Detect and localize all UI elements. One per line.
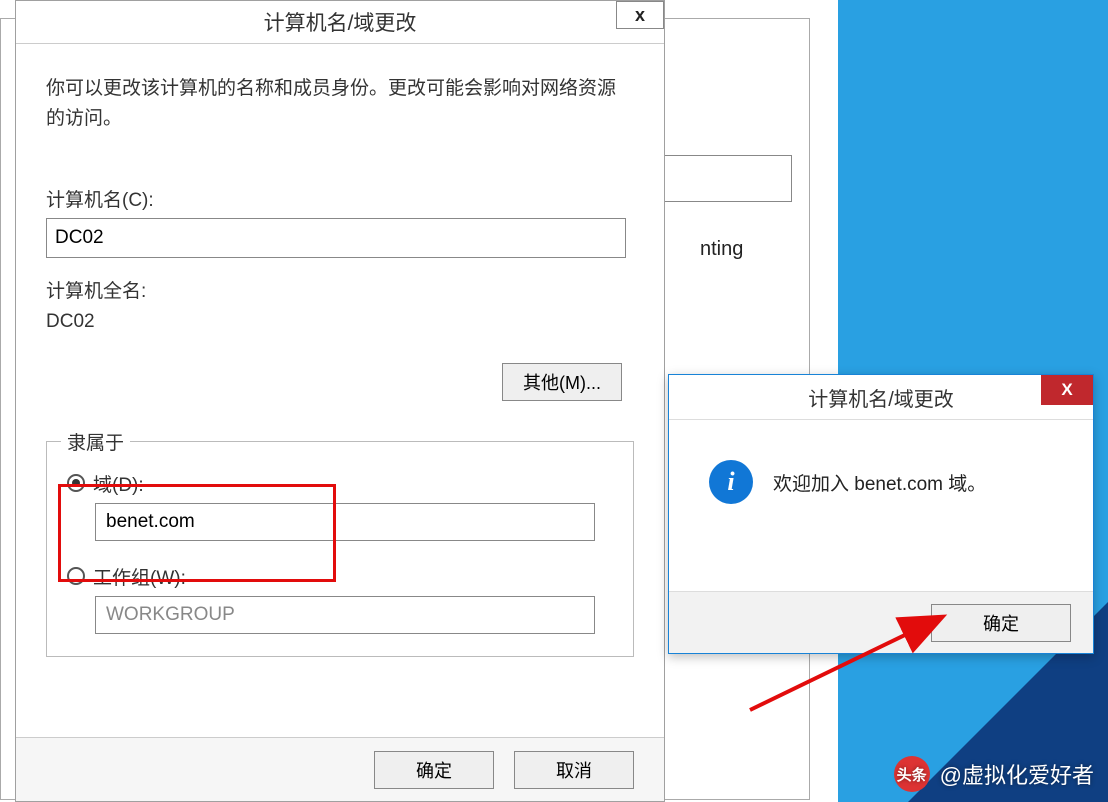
workgroup-radio[interactable] <box>67 567 85 585</box>
msgbox-ok-button[interactable]: 确定 <box>931 604 1071 642</box>
workgroup-radio-row[interactable]: 工作组(W): <box>67 563 613 590</box>
domain-input[interactable] <box>95 503 595 541</box>
member-of-groupbox: 隶属于 域(D): 工作组(W): <box>46 441 634 657</box>
domain-radio-label: 域(D): <box>93 470 144 497</box>
full-computer-name-value: DC02 <box>46 311 634 333</box>
workgroup-radio-label: 工作组(W): <box>93 563 186 590</box>
msgbox-titlebar[interactable]: 计算机名/域更改 X <box>669 375 1093 420</box>
computer-name-label: 计算机名(C): <box>46 185 634 212</box>
msgbox-button-bar: 确定 <box>669 591 1093 653</box>
dialog-body: 你可以更改该计算机的名称和成员身份。更改可能会影响对网络资源的访问。 计算机名(… <box>16 44 664 657</box>
rename-domain-dialog: 计算机名/域更改 x 你可以更改该计算机的名称和成员身份。更改可能会影响对网络资… <box>15 0 665 802</box>
domain-radio[interactable] <box>67 474 85 492</box>
dialog-titlebar[interactable]: 计算机名/域更改 x <box>16 1 664 44</box>
ok-button[interactable]: 确定 <box>374 751 494 789</box>
workgroup-input <box>95 596 595 634</box>
cancel-button[interactable]: 取消 <box>514 751 634 789</box>
domain-radio-row[interactable]: 域(D): <box>67 470 613 497</box>
computer-name-input[interactable] <box>46 218 626 258</box>
dialog-close-button[interactable]: x <box>616 1 664 29</box>
dialog-description: 你可以更改该计算机的名称和成员身份。更改可能会影响对网络资源的访问。 <box>46 74 634 135</box>
msgbox-close-button[interactable]: X <box>1041 375 1093 405</box>
info-icon: i <box>709 460 753 504</box>
dialog-button-bar: 确定 取消 <box>16 737 664 801</box>
background-text-fragment: nting <box>700 238 743 261</box>
close-icon: x <box>635 5 645 26</box>
msgbox-body: i 欢迎加入 benet.com 域。 <box>669 420 1093 534</box>
watermark-author: @虚拟化爱好者 <box>940 758 1094 790</box>
welcome-message-dialog: 计算机名/域更改 X i 欢迎加入 benet.com 域。 确定 <box>668 374 1094 654</box>
dialog-title: 计算机名/域更改 <box>264 7 417 37</box>
msgbox-title: 计算机名/域更改 <box>808 383 954 412</box>
watermark: 头条 @虚拟化爱好者 <box>894 756 1094 792</box>
member-of-legend: 隶属于 <box>61 428 130 455</box>
msgbox-message: 欢迎加入 benet.com 域。 <box>773 469 986 496</box>
full-computer-name-label: 计算机全名: <box>46 276 634 303</box>
more-button[interactable]: 其他(M)... <box>502 363 622 401</box>
watermark-logo: 头条 <box>894 756 930 792</box>
close-icon: X <box>1061 380 1072 400</box>
